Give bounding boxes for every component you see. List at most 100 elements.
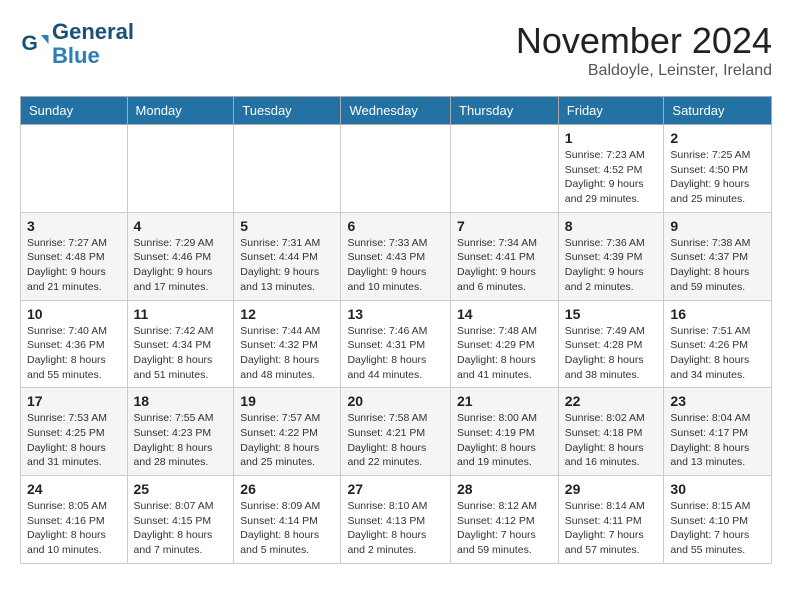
location-subtitle: Baldoyle, Leinster, Ireland bbox=[516, 62, 772, 80]
calendar-cell: 2 Sunrise: 7:25 AM Sunset: 4:50 PM Daylig… bbox=[664, 125, 772, 213]
day-number: 28 bbox=[457, 481, 552, 497]
month-title: November 2024 bbox=[516, 20, 772, 62]
title-block: November 2024 Baldoyle, Leinster, Irelan… bbox=[516, 20, 772, 80]
day-number: 27 bbox=[347, 481, 444, 497]
calendar-cell: 8Sunrise: 7:36 AM Sunset: 4:39 PM Daylig… bbox=[558, 212, 664, 300]
calendar-week-4: 17Sunrise: 7:53 AM Sunset: 4:25 PM Dayli… bbox=[21, 388, 772, 476]
calendar-week-1: 1Sunrise: 7:23 AM Sunset: 4:52 PM Daylig… bbox=[21, 125, 772, 213]
calendar-cell bbox=[234, 125, 341, 213]
calendar-cell bbox=[127, 125, 234, 213]
calendar-cell: 15 Sunrise: 7:49 AM Sunset: 4:28 PM Dayli… bbox=[558, 300, 664, 388]
day-number: 7 bbox=[457, 218, 552, 234]
day-info: Sunrise: 7:25 AM Sunset: 4:50 PM Dayligh… bbox=[670, 148, 765, 207]
calendar-cell: 21Sunrise: 8:00 AM Sunset: 4:19 PM Dayli… bbox=[451, 388, 559, 476]
day-info: Sunrise: 7:48 AM Sunset: 4:29 PM Dayligh… bbox=[457, 324, 552, 383]
logo-text: General Blue bbox=[52, 20, 134, 68]
day-number: 10 bbox=[27, 306, 121, 322]
day-info: Sunrise: 8:02 AM Sunset: 4:18 PM Dayligh… bbox=[565, 411, 658, 470]
day-number: 22 bbox=[565, 393, 658, 409]
calendar-cell: 6 Sunrise: 7:33 AM Sunset: 4:43 PM Daylig… bbox=[341, 212, 451, 300]
day-number: 14 bbox=[457, 306, 552, 322]
calendar-table: SundayMondayTuesdayWednesdayThursdayFrid… bbox=[20, 96, 772, 564]
calendar-cell: 26 Sunrise: 8:09 AM Sunset: 4:14 PM Dayli… bbox=[234, 476, 341, 564]
calendar-cell: 10 Sunrise: 7:40 AM Sunset: 4:36 PM Dayli… bbox=[21, 300, 128, 388]
day-number: 16 bbox=[670, 306, 765, 322]
day-info: Sunrise: 7:57 AM Sunset: 4:22 PM Dayligh… bbox=[240, 411, 334, 470]
day-info: Sunrise: 8:07 AM Sunset: 4:15 PM Dayligh… bbox=[134, 499, 228, 558]
day-info: Sunrise: 8:04 AM Sunset: 4:17 PM Dayligh… bbox=[670, 411, 765, 470]
calendar-cell: 29Sunrise: 8:14 AM Sunset: 4:11 PM Dayli… bbox=[558, 476, 664, 564]
day-number: 13 bbox=[347, 306, 444, 322]
day-number: 29 bbox=[565, 481, 658, 497]
calendar-cell: 20 Sunrise: 7:58 AM Sunset: 4:21 PM Dayli… bbox=[341, 388, 451, 476]
day-info: Sunrise: 7:40 AM Sunset: 4:36 PM Dayligh… bbox=[27, 324, 121, 383]
day-info: Sunrise: 7:27 AM Sunset: 4:48 PM Dayligh… bbox=[27, 236, 121, 295]
day-info: Sunrise: 7:23 AM Sunset: 4:52 PM Dayligh… bbox=[565, 148, 658, 207]
calendar-cell: 1Sunrise: 7:23 AM Sunset: 4:52 PM Daylig… bbox=[558, 125, 664, 213]
day-info: Sunrise: 7:34 AM Sunset: 4:41 PM Dayligh… bbox=[457, 236, 552, 295]
page: G General Blue November 2024 Baldoyle, L… bbox=[0, 0, 792, 584]
calendar-cell bbox=[341, 125, 451, 213]
day-number: 6 bbox=[347, 218, 444, 234]
day-info: Sunrise: 8:10 AM Sunset: 4:13 PM Dayligh… bbox=[347, 499, 444, 558]
calendar-header-thursday: Thursday bbox=[451, 97, 559, 125]
day-number: 20 bbox=[347, 393, 444, 409]
day-number: 21 bbox=[457, 393, 552, 409]
day-info: Sunrise: 7:44 AM Sunset: 4:32 PM Dayligh… bbox=[240, 324, 334, 383]
calendar-header-monday: Monday bbox=[127, 97, 234, 125]
calendar-week-3: 10 Sunrise: 7:40 AM Sunset: 4:36 PM Dayli… bbox=[21, 300, 772, 388]
calendar-cell: 16 Sunrise: 7:51 AM Sunset: 4:26 PM Dayli… bbox=[664, 300, 772, 388]
day-info: Sunrise: 7:33 AM Sunset: 4:43 PM Dayligh… bbox=[347, 236, 444, 295]
calendar-week-2: 3 Sunrise: 7:27 AM Sunset: 4:48 PM Daylig… bbox=[21, 212, 772, 300]
calendar-cell: 9 Sunrise: 7:38 AM Sunset: 4:37 PM Daylig… bbox=[664, 212, 772, 300]
calendar-cell: 12 Sunrise: 7:44 AM Sunset: 4:32 PM Dayli… bbox=[234, 300, 341, 388]
day-number: 5 bbox=[240, 218, 334, 234]
day-info: Sunrise: 7:29 AM Sunset: 4:46 PM Dayligh… bbox=[134, 236, 228, 295]
day-number: 30 bbox=[670, 481, 765, 497]
day-number: 4 bbox=[134, 218, 228, 234]
day-number: 12 bbox=[240, 306, 334, 322]
calendar-cell: 14 Sunrise: 7:48 AM Sunset: 4:29 PM Dayli… bbox=[451, 300, 559, 388]
day-info: Sunrise: 7:58 AM Sunset: 4:21 PM Dayligh… bbox=[347, 411, 444, 470]
calendar-header-friday: Friday bbox=[558, 97, 664, 125]
calendar-cell bbox=[451, 125, 559, 213]
calendar-cell: 11 Sunrise: 7:42 AM Sunset: 4:34 PM Dayli… bbox=[127, 300, 234, 388]
day-info: Sunrise: 8:09 AM Sunset: 4:14 PM Dayligh… bbox=[240, 499, 334, 558]
day-number: 15 bbox=[565, 306, 658, 322]
day-info: Sunrise: 7:51 AM Sunset: 4:26 PM Dayligh… bbox=[670, 324, 765, 383]
calendar-cell: 19Sunrise: 7:57 AM Sunset: 4:22 PM Dayli… bbox=[234, 388, 341, 476]
day-number: 11 bbox=[134, 306, 228, 322]
logo-line1: General bbox=[52, 19, 134, 44]
calendar-cell: 23Sunrise: 8:04 AM Sunset: 4:17 PM Dayli… bbox=[664, 388, 772, 476]
calendar-cell: 25 Sunrise: 8:07 AM Sunset: 4:15 PM Dayli… bbox=[127, 476, 234, 564]
day-number: 2 bbox=[670, 130, 765, 146]
day-info: Sunrise: 7:53 AM Sunset: 4:25 PM Dayligh… bbox=[27, 411, 121, 470]
day-info: Sunrise: 7:31 AM Sunset: 4:44 PM Dayligh… bbox=[240, 236, 334, 295]
calendar-cell: 18 Sunrise: 7:55 AM Sunset: 4:23 PM Dayli… bbox=[127, 388, 234, 476]
calendar-cell: 30 Sunrise: 8:15 AM Sunset: 4:10 PM Dayli… bbox=[664, 476, 772, 564]
day-number: 3 bbox=[27, 218, 121, 234]
day-info: Sunrise: 8:15 AM Sunset: 4:10 PM Dayligh… bbox=[670, 499, 765, 558]
calendar-cell: 13Sunrise: 7:46 AM Sunset: 4:31 PM Dayli… bbox=[341, 300, 451, 388]
calendar-cell bbox=[21, 125, 128, 213]
logo: G General Blue bbox=[20, 20, 134, 68]
calendar-cell: 3 Sunrise: 7:27 AM Sunset: 4:48 PM Daylig… bbox=[21, 212, 128, 300]
day-info: Sunrise: 7:49 AM Sunset: 4:28 PM Dayligh… bbox=[565, 324, 658, 383]
calendar-cell: 28Sunrise: 8:12 AM Sunset: 4:12 PM Dayli… bbox=[451, 476, 559, 564]
calendar-header-wednesday: Wednesday bbox=[341, 97, 451, 125]
calendar-header-sunday: Sunday bbox=[21, 97, 128, 125]
day-info: Sunrise: 7:42 AM Sunset: 4:34 PM Dayligh… bbox=[134, 324, 228, 383]
logo-line2: Blue bbox=[52, 43, 100, 68]
calendar-cell: 7 Sunrise: 7:34 AM Sunset: 4:41 PM Daylig… bbox=[451, 212, 559, 300]
day-number: 26 bbox=[240, 481, 334, 497]
calendar-cell: 22 Sunrise: 8:02 AM Sunset: 4:18 PM Dayli… bbox=[558, 388, 664, 476]
day-info: Sunrise: 7:55 AM Sunset: 4:23 PM Dayligh… bbox=[134, 411, 228, 470]
calendar-cell: 24Sunrise: 8:05 AM Sunset: 4:16 PM Dayli… bbox=[21, 476, 128, 564]
day-info: Sunrise: 7:38 AM Sunset: 4:37 PM Dayligh… bbox=[670, 236, 765, 295]
day-number: 9 bbox=[670, 218, 765, 234]
day-number: 18 bbox=[134, 393, 228, 409]
day-info: Sunrise: 7:36 AM Sunset: 4:39 PM Dayligh… bbox=[565, 236, 658, 295]
day-number: 25 bbox=[134, 481, 228, 497]
day-info: Sunrise: 8:05 AM Sunset: 4:16 PM Dayligh… bbox=[27, 499, 121, 558]
calendar-header-tuesday: Tuesday bbox=[234, 97, 341, 125]
